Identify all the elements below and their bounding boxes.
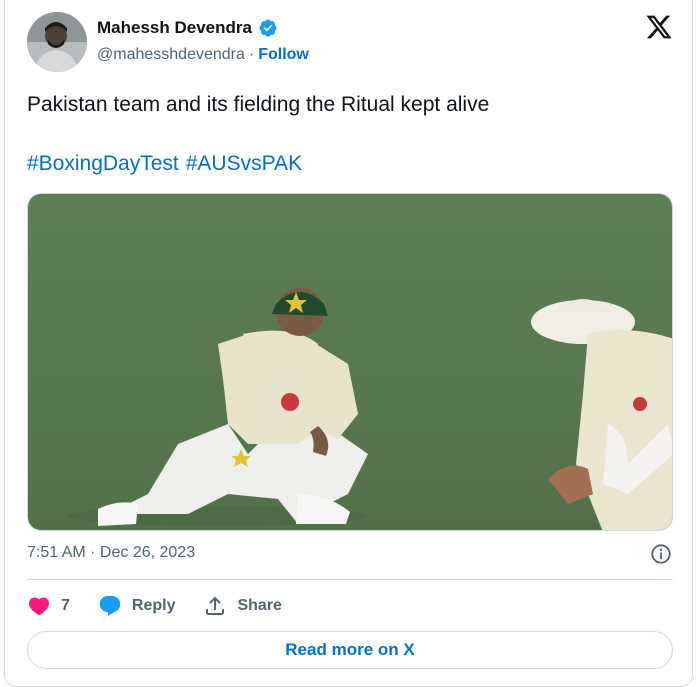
separator-dot: · xyxy=(248,46,255,63)
avatar[interactable] xyxy=(27,12,87,72)
author-name-row: Mahessh Devendra xyxy=(97,18,278,38)
tweet-timestamp[interactable]: 7:51 AM · Dec 26, 2023 xyxy=(27,544,195,562)
reply-button[interactable]: Reply xyxy=(98,594,176,618)
divider xyxy=(27,579,673,580)
share-button[interactable]: Share xyxy=(203,594,282,618)
info-icon[interactable] xyxy=(650,543,672,565)
hashtag-link[interactable]: #AUSvsPAK xyxy=(186,151,302,177)
author-handle[interactable]: @mahesshdevendra xyxy=(97,46,245,64)
tweet-text: Pakistan team and its fielding the Ritua… xyxy=(27,93,490,116)
read-more-button[interactable]: Read more on X xyxy=(27,631,673,669)
like-count: 7 xyxy=(61,597,70,614)
share-label: Share xyxy=(237,597,282,614)
reply-label: Reply xyxy=(131,597,176,614)
action-bar: 7 Reply Share xyxy=(27,592,282,620)
author-handle-row: @mahesshdevendra · Follow xyxy=(97,46,309,64)
media-image xyxy=(28,194,672,530)
share-upload-icon xyxy=(206,596,225,615)
heart-icon xyxy=(28,597,50,616)
author-name[interactable]: Mahessh Devendra xyxy=(97,18,252,38)
tweet-media-video[interactable] xyxy=(27,193,673,531)
reply-bubble-icon xyxy=(99,596,121,616)
follow-button[interactable]: Follow xyxy=(258,46,309,64)
like-button[interactable]: 7 xyxy=(27,594,70,618)
avatar-photo xyxy=(27,12,87,72)
x-logo-icon[interactable] xyxy=(645,13,673,41)
tweet-card: Mahessh Devendra @mahesshdevendra · Foll… xyxy=(4,0,693,687)
verified-badge-icon xyxy=(259,19,277,37)
hashtag-link[interactable]: #BoxingDayTest xyxy=(27,151,179,177)
hashtag-list: #BoxingDayTest #AUSvsPAK xyxy=(27,151,302,177)
